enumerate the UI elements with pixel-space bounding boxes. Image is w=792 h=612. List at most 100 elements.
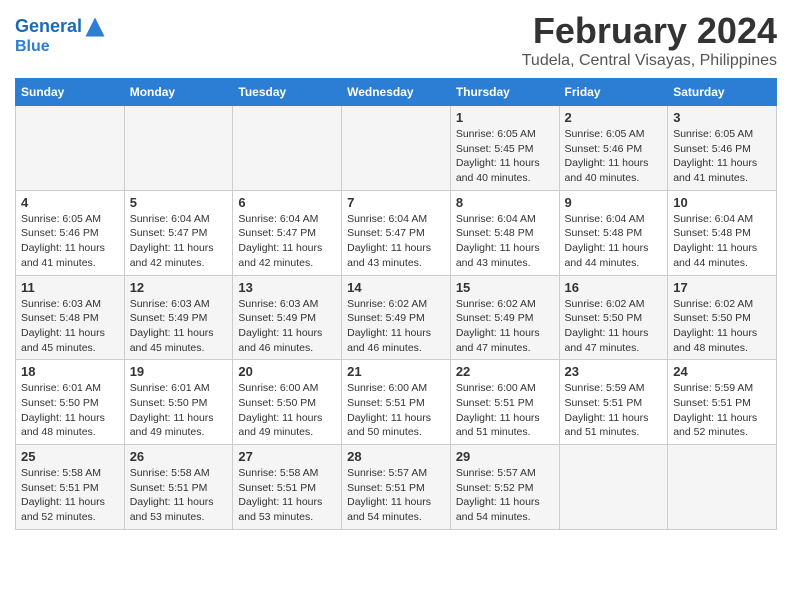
day-info: Sunrise: 6:04 AM Sunset: 5:48 PM Dayligh… xyxy=(565,212,663,271)
day-number: 12 xyxy=(130,280,228,295)
calendar-cell: 13 Sunrise: 6:03 AM Sunset: 5:49 PM Dayli… xyxy=(233,275,342,360)
calendar-week-4: 18 Sunrise: 6:01 AM Sunset: 5:50 PM Dayli… xyxy=(16,360,777,445)
day-info: Sunrise: 6:05 AM Sunset: 5:46 PM Dayligh… xyxy=(21,212,119,271)
day-number: 29 xyxy=(456,449,554,464)
day-header-sunday: Sunday xyxy=(16,79,125,106)
day-number: 24 xyxy=(673,364,771,379)
day-info: Sunrise: 6:02 AM Sunset: 5:49 PM Dayligh… xyxy=(456,297,554,356)
day-header-thursday: Thursday xyxy=(450,79,559,106)
calendar-cell: 27 Sunrise: 5:58 AM Sunset: 5:51 PM Dayli… xyxy=(233,445,342,530)
day-number: 22 xyxy=(456,364,554,379)
calendar-cell: 3 Sunrise: 6:05 AM Sunset: 5:46 PM Daylig… xyxy=(668,106,777,191)
main-title: February 2024 xyxy=(522,10,777,52)
day-info: Sunrise: 5:58 AM Sunset: 5:51 PM Dayligh… xyxy=(238,466,336,525)
day-number: 6 xyxy=(238,195,336,210)
header: General Blue February 2024 Tudela, Centr… xyxy=(15,10,777,70)
calendar-table: SundayMondayTuesdayWednesdayThursdayFrid… xyxy=(15,78,777,530)
day-info: Sunrise: 6:01 AM Sunset: 5:50 PM Dayligh… xyxy=(21,381,119,440)
calendar-cell xyxy=(124,106,233,191)
day-info: Sunrise: 6:05 AM Sunset: 5:45 PM Dayligh… xyxy=(456,127,554,186)
calendar-cell: 11Sunrise: 6:03 AM Sunset: 5:48 PM Dayli… xyxy=(16,275,125,360)
day-info: Sunrise: 6:04 AM Sunset: 5:47 PM Dayligh… xyxy=(347,212,445,271)
day-number: 8 xyxy=(456,195,554,210)
day-info: Sunrise: 6:00 AM Sunset: 5:51 PM Dayligh… xyxy=(347,381,445,440)
day-info: Sunrise: 5:58 AM Sunset: 5:51 PM Dayligh… xyxy=(130,466,228,525)
calendar-cell xyxy=(559,445,668,530)
calendar-cell: 4 Sunrise: 6:05 AM Sunset: 5:46 PM Daylig… xyxy=(16,190,125,275)
calendar-cell: 12 Sunrise: 6:03 AM Sunset: 5:49 PM Dayli… xyxy=(124,275,233,360)
calendar-cell xyxy=(342,106,451,191)
calendar-header-row: SundayMondayTuesdayWednesdayThursdayFrid… xyxy=(16,79,777,106)
day-number: 5 xyxy=(130,195,228,210)
calendar-cell: 21 Sunrise: 6:00 AM Sunset: 5:51 PM Dayli… xyxy=(342,360,451,445)
day-number: 18 xyxy=(21,364,119,379)
day-info: Sunrise: 6:02 AM Sunset: 5:49 PM Dayligh… xyxy=(347,297,445,356)
day-info: Sunrise: 6:04 AM Sunset: 5:48 PM Dayligh… xyxy=(456,212,554,271)
day-info: Sunrise: 6:04 AM Sunset: 5:48 PM Dayligh… xyxy=(673,212,771,271)
calendar-cell: 17Sunrise: 6:02 AM Sunset: 5:50 PM Dayli… xyxy=(668,275,777,360)
day-info: Sunrise: 5:59 AM Sunset: 5:51 PM Dayligh… xyxy=(565,381,663,440)
day-number: 14 xyxy=(347,280,445,295)
day-number: 16 xyxy=(565,280,663,295)
day-info: Sunrise: 6:03 AM Sunset: 5:49 PM Dayligh… xyxy=(238,297,336,356)
calendar-cell: 22 Sunrise: 6:00 AM Sunset: 5:51 PM Dayli… xyxy=(450,360,559,445)
day-info: Sunrise: 6:04 AM Sunset: 5:47 PM Dayligh… xyxy=(130,212,228,271)
calendar-cell: 20 Sunrise: 6:00 AM Sunset: 5:50 PM Dayli… xyxy=(233,360,342,445)
calendar-cell: 25Sunrise: 5:58 AM Sunset: 5:51 PM Dayli… xyxy=(16,445,125,530)
calendar-week-5: 25 Sunrise: 5:58 AM Sunset: 5:51 PM Dayli… xyxy=(16,445,777,530)
calendar-week-1: 1 Sunrise: 6:05 AM Sunset: 5:45 PM Daylig… xyxy=(16,106,777,191)
day-number: 10 xyxy=(673,195,771,210)
calendar-cell: 28 Sunrise: 5:57 AM Sunset: 5:51 PM Dayli… xyxy=(342,445,451,530)
calendar-cell: 23 Sunrise: 5:59 AM Sunset: 5:51 PM Dayli… xyxy=(559,360,668,445)
day-number: 1 xyxy=(456,110,554,125)
day-number: 19 xyxy=(130,364,228,379)
day-number: 15 xyxy=(456,280,554,295)
day-number: 13 xyxy=(238,280,336,295)
day-header-tuesday: Tuesday xyxy=(233,79,342,106)
day-info: Sunrise: 5:57 AM Sunset: 5:52 PM Dayligh… xyxy=(456,466,554,525)
day-info: Sunrise: 6:05 AM Sunset: 5:46 PM Dayligh… xyxy=(673,127,771,186)
day-number: 28 xyxy=(347,449,445,464)
day-number: 3 xyxy=(673,110,771,125)
day-number: 9 xyxy=(565,195,663,210)
day-number: 4 xyxy=(21,195,119,210)
calendar-week-3: 11Sunrise: 6:03 AM Sunset: 5:48 PM Dayli… xyxy=(16,275,777,360)
logo-text: General xyxy=(15,16,106,38)
day-info: Sunrise: 6:03 AM Sunset: 5:49 PM Dayligh… xyxy=(130,297,228,356)
calendar-cell xyxy=(16,106,125,191)
calendar-cell: 10 Sunrise: 6:04 AM Sunset: 5:48 PM Dayli… xyxy=(668,190,777,275)
day-number: 20 xyxy=(238,364,336,379)
day-info: Sunrise: 6:00 AM Sunset: 5:50 PM Dayligh… xyxy=(238,381,336,440)
title-section: February 2024 Tudela, Central Visayas, P… xyxy=(522,10,777,70)
calendar-cell: 8 Sunrise: 6:04 AM Sunset: 5:48 PM Daylig… xyxy=(450,190,559,275)
calendar-body: 1 Sunrise: 6:05 AM Sunset: 5:45 PM Daylig… xyxy=(16,106,777,530)
day-info: Sunrise: 6:04 AM Sunset: 5:47 PM Dayligh… xyxy=(238,212,336,271)
day-info: Sunrise: 6:00 AM Sunset: 5:51 PM Dayligh… xyxy=(456,381,554,440)
day-header-wednesday: Wednesday xyxy=(342,79,451,106)
day-header-monday: Monday xyxy=(124,79,233,106)
calendar-cell: 14 Sunrise: 6:02 AM Sunset: 5:49 PM Dayli… xyxy=(342,275,451,360)
calendar-cell: 6 Sunrise: 6:04 AM Sunset: 5:47 PM Daylig… xyxy=(233,190,342,275)
day-number: 17 xyxy=(673,280,771,295)
day-number: 23 xyxy=(565,364,663,379)
day-number: 21 xyxy=(347,364,445,379)
calendar-cell: 7Sunrise: 6:04 AM Sunset: 5:47 PM Daylig… xyxy=(342,190,451,275)
calendar-cell: 1 Sunrise: 6:05 AM Sunset: 5:45 PM Daylig… xyxy=(450,106,559,191)
sub-title: Tudela, Central Visayas, Philippines xyxy=(522,52,777,70)
calendar-cell: 5 Sunrise: 6:04 AM Sunset: 5:47 PM Daylig… xyxy=(124,190,233,275)
calendar-cell: 19Sunrise: 6:01 AM Sunset: 5:50 PM Dayli… xyxy=(124,360,233,445)
day-number: 27 xyxy=(238,449,336,464)
calendar-cell: 26Sunrise: 5:58 AM Sunset: 5:51 PM Dayli… xyxy=(124,445,233,530)
calendar-cell: 9 Sunrise: 6:04 AM Sunset: 5:48 PM Daylig… xyxy=(559,190,668,275)
calendar-cell xyxy=(668,445,777,530)
calendar-week-2: 4 Sunrise: 6:05 AM Sunset: 5:46 PM Daylig… xyxy=(16,190,777,275)
day-info: Sunrise: 5:59 AM Sunset: 5:51 PM Dayligh… xyxy=(673,381,771,440)
calendar-cell: 29 Sunrise: 5:57 AM Sunset: 5:52 PM Dayli… xyxy=(450,445,559,530)
day-info: Sunrise: 6:05 AM Sunset: 5:46 PM Dayligh… xyxy=(565,127,663,186)
day-info: Sunrise: 5:57 AM Sunset: 5:51 PM Dayligh… xyxy=(347,466,445,525)
day-number: 25 xyxy=(21,449,119,464)
calendar-cell: 16Sunrise: 6:02 AM Sunset: 5:50 PM Dayli… xyxy=(559,275,668,360)
day-header-friday: Friday xyxy=(559,79,668,106)
calendar-cell: 15 Sunrise: 6:02 AM Sunset: 5:49 PM Dayli… xyxy=(450,275,559,360)
calendar-cell: 24 Sunrise: 5:59 AM Sunset: 5:51 PM Dayli… xyxy=(668,360,777,445)
